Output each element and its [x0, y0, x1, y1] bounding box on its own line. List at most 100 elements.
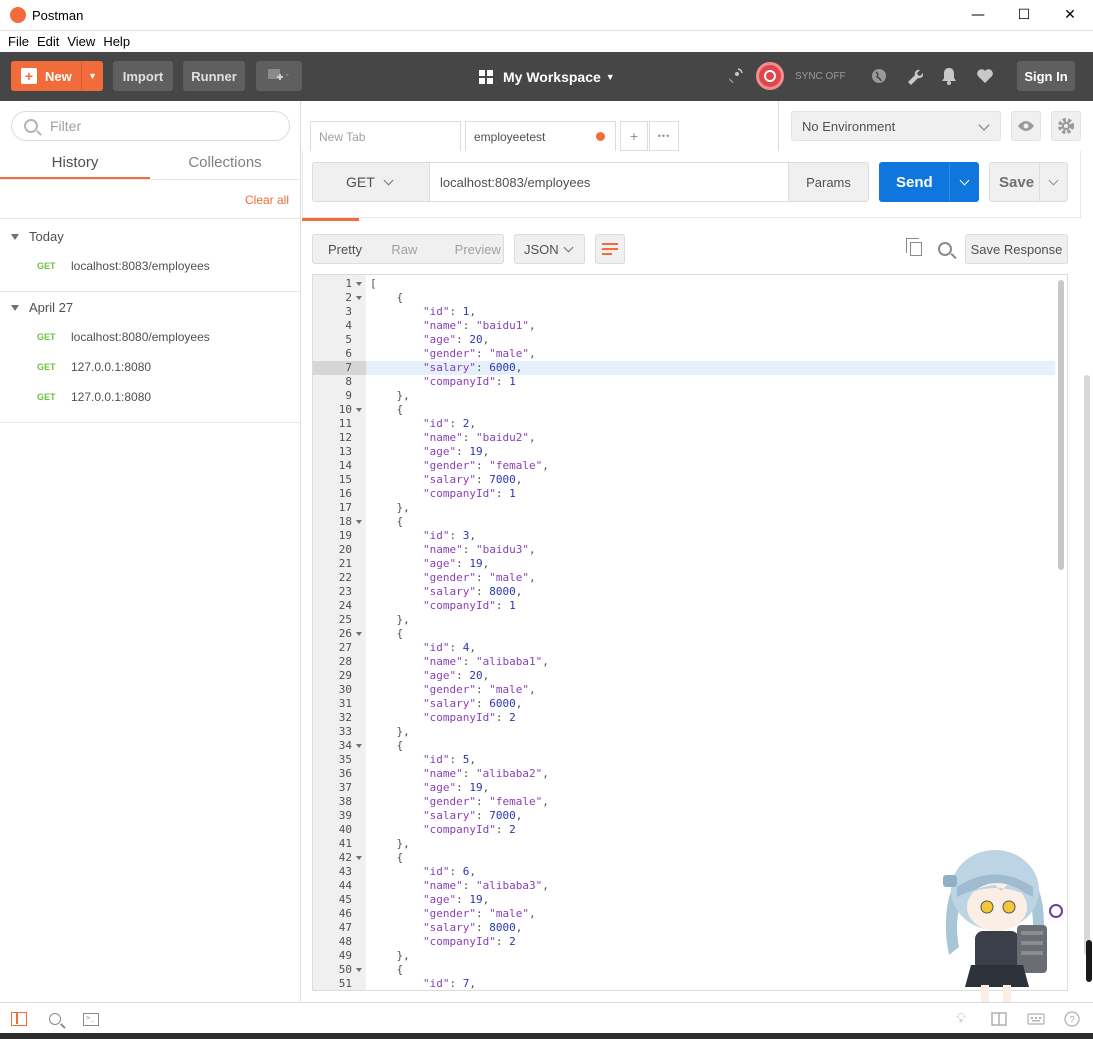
menu-file[interactable]: File — [4, 34, 33, 49]
wrap-lines-button[interactable] — [595, 234, 625, 264]
fold-caret-icon[interactable] — [356, 520, 362, 524]
satellite-icon[interactable] — [726, 67, 744, 85]
history-item[interactable]: GET 127.0.0.1:8080 — [37, 390, 151, 404]
copy-icon — [906, 238, 922, 256]
wrench-icon[interactable] — [905, 67, 923, 85]
history-group-today[interactable]: Today — [11, 229, 64, 244]
environment-quick-look-button[interactable] — [1011, 111, 1041, 141]
line-number: 25 — [338, 613, 352, 626]
page-scrollbar-thumb[interactable] — [1086, 940, 1092, 982]
two-pane-view-button[interactable] — [990, 1011, 1008, 1027]
active-section-indicator — [302, 218, 359, 221]
manage-environments-button[interactable] — [1051, 111, 1081, 141]
fold-caret-icon[interactable] — [356, 856, 362, 860]
history-url: 127.0.0.1:8080 — [71, 360, 152, 374]
fold-caret-icon[interactable] — [356, 408, 362, 412]
params-button[interactable]: Params — [789, 162, 869, 202]
line-number: 22 — [338, 571, 352, 584]
save-response-button[interactable]: Save Response — [965, 234, 1068, 264]
filter-box[interactable] — [11, 111, 290, 141]
line-number: 4 — [345, 319, 352, 332]
code-text: "age": 19, — [422, 893, 490, 906]
workspace-switcher[interactable]: My Workspace ▼ — [479, 69, 615, 85]
search-response-button[interactable] — [935, 239, 955, 259]
sync-status-icon[interactable] — [756, 62, 784, 90]
fold-caret-icon[interactable] — [356, 744, 362, 748]
menu-bar: File Edit View Help — [0, 31, 1093, 52]
learning-center-button[interactable]: 💡︎ — [952, 1011, 970, 1027]
history-item[interactable]: GET localhost:8083/employees — [37, 259, 210, 273]
gear-icon — [1058, 118, 1074, 134]
console-button[interactable]: >_ — [82, 1011, 100, 1027]
fold-caret-icon[interactable] — [356, 632, 362, 636]
method-select[interactable]: GET — [312, 162, 429, 202]
find-button[interactable] — [46, 1011, 64, 1027]
globe-icon[interactable] — [870, 67, 888, 85]
request-tabs: New Tab employeetest + ••• — [302, 101, 779, 151]
tab-history[interactable]: History — [0, 145, 150, 180]
maximize-button[interactable]: ☐ — [1001, 0, 1047, 30]
new-window-button[interactable] — [256, 61, 302, 91]
send-button[interactable]: Send — [879, 162, 979, 202]
editor-scrollbar[interactable] — [1058, 280, 1064, 570]
add-window-icon — [268, 69, 289, 80]
more-tabs-button[interactable]: ••• — [649, 121, 679, 151]
fold-caret-icon[interactable] — [356, 296, 362, 300]
heart-icon[interactable] — [976, 67, 994, 85]
code-line: 30 "gender": "male", — [313, 683, 1055, 697]
add-tab-button[interactable]: + — [620, 121, 648, 151]
filter-input[interactable] — [50, 118, 270, 134]
close-button[interactable]: ✕ — [1047, 0, 1093, 30]
view-pretty[interactable]: Pretty — [313, 242, 376, 257]
unsaved-dot-icon — [596, 132, 605, 141]
code-text: "name": "alibaba3", — [422, 879, 549, 892]
save-dropdown-caret[interactable] — [1039, 163, 1067, 201]
new-button[interactable]: + New ▼ — [11, 61, 103, 91]
line-number: 47 — [338, 921, 352, 934]
fold-caret-icon[interactable] — [356, 968, 362, 972]
title-bar: Postman — ☐ ✕ — [0, 0, 1093, 31]
tab-employeetest[interactable]: employeetest — [465, 121, 616, 151]
code-line: 3 "id": 1, — [313, 305, 1055, 319]
code-text: "gender": "male", — [422, 683, 536, 696]
code-text: "age": 19, — [422, 781, 490, 794]
page-scrollbar-track[interactable] — [1084, 375, 1090, 955]
chevron-down-icon — [383, 175, 394, 186]
runner-button[interactable]: Runner — [183, 61, 245, 91]
line-number: 8 — [345, 375, 352, 388]
environment-select[interactable]: No Environment — [791, 111, 1001, 141]
minimize-button[interactable]: — — [955, 0, 1001, 30]
code-line: 25 }, — [313, 613, 1055, 627]
bell-icon[interactable] — [940, 67, 958, 85]
format-select[interactable]: JSON — [514, 234, 585, 264]
menu-edit[interactable]: Edit — [33, 34, 63, 49]
keyboard-shortcuts-button[interactable] — [1027, 1011, 1045, 1027]
history-item[interactable]: GET 127.0.0.1:8080 — [37, 360, 151, 374]
help-button[interactable]: ? — [1063, 1011, 1081, 1027]
history-group-april-27[interactable]: April 27 — [11, 300, 73, 315]
console-icon: >_ — [83, 1012, 99, 1026]
fold-caret-icon[interactable] — [356, 282, 362, 286]
code-line: 10 { — [313, 403, 1055, 417]
toggle-sidebar-button[interactable] — [10, 1011, 28, 1027]
code-line: 20 "name": "baidu3", — [313, 543, 1055, 557]
code-text: "name": "baidu3", — [422, 543, 536, 556]
clear-all-link[interactable]: Clear all — [245, 193, 289, 207]
import-button[interactable]: Import — [113, 61, 173, 91]
send-dropdown-caret[interactable] — [949, 162, 979, 202]
chevron-down-icon — [978, 119, 990, 131]
view-preview[interactable]: Preview — [440, 242, 503, 257]
history-item[interactable]: GET localhost:8080/employees — [37, 330, 210, 344]
eye-icon — [1018, 121, 1034, 131]
copy-response-button[interactable] — [906, 238, 926, 259]
tab-new-tab[interactable]: New Tab — [310, 121, 461, 151]
code-line: 15 "salary": 7000, — [313, 473, 1055, 487]
sign-in-button[interactable]: Sign In — [1017, 61, 1075, 91]
url-input[interactable]: localhost:8083/employees — [429, 162, 789, 202]
new-dropdown-caret[interactable]: ▼ — [81, 61, 103, 91]
tab-collections[interactable]: Collections — [150, 145, 300, 180]
menu-help[interactable]: Help — [99, 34, 134, 49]
view-raw[interactable]: Raw — [376, 242, 439, 257]
menu-view[interactable]: View — [63, 34, 99, 49]
save-button[interactable]: Save — [989, 162, 1068, 202]
